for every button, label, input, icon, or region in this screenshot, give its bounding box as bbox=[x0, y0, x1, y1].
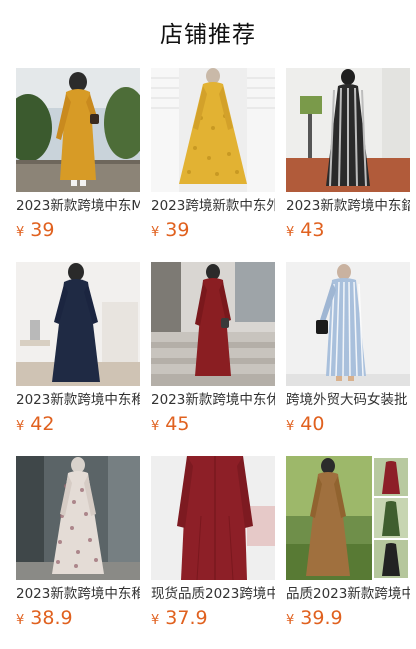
section-title: 店铺推荐 bbox=[160, 22, 256, 48]
product-image[interactable] bbox=[286, 456, 410, 580]
product-card[interactable]: 现货品质2023跨境中 ¥37.9 bbox=[151, 456, 275, 636]
price-value: 39 bbox=[165, 219, 190, 241]
product-card[interactable]: 跨境外贸大码女装批 ¥40 bbox=[286, 262, 410, 442]
product-card[interactable]: 2023新款跨境中东休 ¥45 bbox=[151, 262, 275, 442]
price-value: 40 bbox=[300, 413, 325, 435]
product-image[interactable] bbox=[286, 68, 410, 192]
product-name[interactable]: 2023新款跨境中东M bbox=[16, 197, 140, 215]
product-image[interactable] bbox=[16, 68, 140, 192]
product-name[interactable]: 跨境外贸大码女装批 bbox=[286, 391, 410, 409]
currency-symbol: ¥ bbox=[151, 613, 160, 628]
product-name[interactable]: 现货品质2023跨境中 bbox=[151, 585, 275, 603]
currency-symbol: ¥ bbox=[151, 419, 160, 434]
product-image[interactable] bbox=[151, 456, 275, 580]
currency-symbol: ¥ bbox=[16, 225, 25, 240]
product-name[interactable]: 2023新款跨境中东稚 bbox=[16, 585, 140, 603]
price-value: 42 bbox=[30, 413, 55, 435]
product-price: ¥39 bbox=[151, 217, 275, 243]
product-price: ¥43 bbox=[286, 217, 410, 243]
product-price: ¥38.9 bbox=[16, 605, 140, 631]
price-value: 45 bbox=[165, 413, 190, 435]
product-name[interactable]: 2023新款跨境中东稚 bbox=[16, 391, 140, 409]
product-name[interactable]: 2023跨境新款中东外 bbox=[151, 197, 275, 215]
product-image[interactable] bbox=[16, 456, 140, 580]
product-name[interactable]: 2023新款跨境中东休 bbox=[151, 391, 275, 409]
product-card[interactable]: 品质2023新款跨境中 ¥39.9 bbox=[286, 456, 410, 636]
product-image[interactable] bbox=[16, 262, 140, 386]
currency-symbol: ¥ bbox=[16, 613, 25, 628]
product-price: ¥42 bbox=[16, 411, 140, 437]
product-grid: 2023新款跨境中东M ¥39 2023跨境新款中东外 ¥ 39 2023新款跨… bbox=[0, 68, 416, 636]
product-price: ¥37.9 bbox=[151, 605, 275, 631]
product-price: ¥39.9 bbox=[286, 605, 410, 631]
price-value: 38.9 bbox=[30, 607, 73, 629]
product-price: ¥45 bbox=[151, 411, 275, 437]
product-name[interactable]: 2023新款跨境中东錔 bbox=[286, 197, 410, 215]
price-value: 43 bbox=[300, 219, 325, 241]
product-card[interactable]: 2023跨境新款中东外 ¥39 bbox=[151, 68, 275, 248]
product-image[interactable] bbox=[286, 262, 410, 386]
product-price: ¥39 bbox=[16, 217, 140, 243]
price-value: 39 bbox=[30, 219, 55, 241]
currency-symbol: ¥ bbox=[286, 419, 295, 434]
product-card[interactable]: 2023新款跨境中东M ¥39 bbox=[16, 68, 140, 248]
currency-symbol: ¥ bbox=[16, 419, 25, 434]
price-value: 39.9 bbox=[300, 607, 343, 629]
currency-symbol: ¥ bbox=[151, 225, 160, 240]
product-price: ¥40 bbox=[286, 411, 410, 437]
currency-symbol: ¥ bbox=[286, 613, 295, 628]
product-card[interactable]: 2023新款跨境中东稚 ¥38.9 bbox=[16, 456, 140, 636]
product-image[interactable] bbox=[151, 68, 275, 192]
currency-symbol: ¥ bbox=[286, 225, 295, 240]
product-card[interactable]: 2023新款跨境中东稚 ¥42 bbox=[16, 262, 140, 442]
price-value: 37.9 bbox=[165, 607, 208, 629]
product-card[interactable]: 2023新款跨境中东錔 ¥43 bbox=[286, 68, 410, 248]
product-image[interactable] bbox=[151, 262, 275, 386]
product-name[interactable]: 品质2023新款跨境中 bbox=[286, 585, 410, 603]
